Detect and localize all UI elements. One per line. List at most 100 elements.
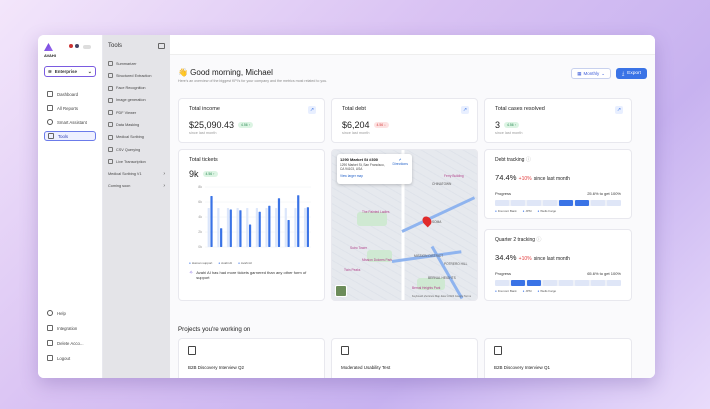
nav-item-smart-assistant[interactable]: Smart Assistant: [44, 117, 96, 127]
reports-icon: [47, 105, 53, 111]
nav-item-dashboard[interactable]: Dashboard: [44, 89, 96, 99]
tool-structured-extraction[interactable]: Structured Extraction: [108, 71, 165, 80]
bar-human-support[interactable]: [246, 208, 249, 247]
bar-human-support[interactable]: [226, 208, 230, 247]
bar-avahi-ai[interactable]: [268, 205, 271, 247]
project-card[interactable]: B2B Discovery Interview Q1: [484, 338, 632, 378]
bar-avahi-ai[interactable]: [239, 210, 242, 247]
tool-label: Live Transcription: [116, 159, 146, 164]
bar-human-support[interactable]: [284, 208, 287, 247]
delete-user-icon: [47, 340, 53, 346]
project-card[interactable]: B2B Discovery Interview Q2: [178, 338, 325, 378]
map-label: Twin Peaks: [344, 268, 361, 272]
nav-item-delete-account[interactable]: Delete Acco...: [44, 338, 87, 348]
kpi-title: Total debt: [342, 106, 366, 112]
nav-item-label: Logout: [57, 355, 71, 361]
map-card[interactable]: 1290 Market St #300 1290 Market St, San …: [331, 149, 478, 301]
info-icon[interactable]: ⓘ: [536, 237, 541, 243]
help-icon: [47, 310, 53, 316]
nav-item-integration[interactable]: Integration: [44, 323, 87, 333]
map-label: POTRERO HILL: [444, 262, 468, 266]
progress-segment: [559, 200, 573, 206]
period-label: Monthly: [583, 71, 600, 76]
export-button[interactable]: ⤓ Export: [616, 68, 647, 79]
change-suffix: since last month: [533, 256, 570, 262]
workspace-select[interactable]: ≋ Enterprise ⌄: [44, 66, 96, 77]
bar-avahi-ai[interactable]: [258, 211, 261, 247]
change-badge: 4.56 ↓: [373, 122, 389, 128]
q2-progress-bar: [495, 280, 621, 286]
dashboard-icon: [47, 91, 53, 97]
bar-avahi-ai[interactable]: [210, 196, 213, 247]
legend-item: Avahi AI: [218, 261, 232, 265]
project-name: Moderated Usability Test: [341, 365, 391, 370]
tool-medical-scribing[interactable]: Medical Scribing: [108, 133, 165, 142]
map-label: Bernal Heights Park: [412, 286, 441, 290]
tool-summarizer[interactable]: Summarizer: [108, 59, 165, 68]
nav-item-help[interactable]: Help: [44, 308, 87, 318]
bar-human-support[interactable]: [275, 208, 278, 247]
project-card[interactable]: Moderated Usability Test: [331, 338, 478, 378]
tool-coming-soon[interactable]: Coming soon ›: [108, 182, 165, 191]
legend-item: Fremont Bank: [495, 209, 517, 213]
debt-progress-bar: [495, 200, 621, 206]
tool-label: Summarizer: [116, 61, 137, 66]
bar-avahi-ai[interactable]: [306, 207, 309, 247]
document-icon: [494, 346, 502, 355]
arrow-up-right-icon[interactable]: ↗: [461, 106, 469, 114]
bar-human-support[interactable]: [255, 208, 258, 247]
tool-face-recognition[interactable]: Face Recognition: [108, 84, 165, 93]
csv-icon: [108, 147, 113, 153]
satellite-toggle[interactable]: [335, 285, 347, 297]
arrow-up-right-icon[interactable]: ↗: [308, 106, 316, 114]
nav-item-tools[interactable]: Tools: [44, 131, 96, 141]
tools-header: Tools: [108, 43, 165, 49]
bar-human-support[interactable]: [294, 208, 297, 247]
period-select[interactable]: ▦ Monthly ⌄: [571, 68, 611, 79]
logout-icon: [47, 355, 53, 361]
bar-human-support[interactable]: [303, 208, 307, 247]
header-actions: ▦ Monthly ⌄ ⤓ Export: [571, 68, 647, 79]
map-address: 1290 Market St, San Francisco, CA 94103,…: [340, 163, 385, 171]
tool-csv-querying[interactable]: CSV Querying: [108, 145, 165, 154]
view-larger-map-link[interactable]: View larger map: [340, 174, 409, 178]
bar-human-support[interactable]: [217, 208, 220, 247]
tool-image-generation[interactable]: Image generation: [108, 96, 165, 105]
tool-medical-scribing-v1[interactable]: Medical Scribing V1 ›: [108, 170, 165, 179]
chart-legend: Human support Avahi AI Avahi AI: [189, 261, 314, 265]
info-icon[interactable]: ⓘ: [526, 157, 531, 163]
flag-icon[interactable]: [75, 44, 79, 48]
main-sidebar: AVAHI ≋ Enterprise ⌄ Dashboard All Repor…: [38, 35, 103, 378]
bar-human-support[interactable]: [265, 208, 268, 247]
debt-value: 74.4%: [495, 173, 517, 182]
nav-item-all-reports[interactable]: All Reports: [44, 103, 96, 113]
dashboard-main: 👋 Good morning, Michael Here's an overvi…: [170, 35, 655, 378]
bar-avahi-ai[interactable]: [277, 198, 281, 247]
chevron-down-icon: ⌄: [87, 68, 92, 75]
greeting-title: 👋 Good morning, Michael: [178, 68, 273, 77]
language-flags[interactable]: [69, 44, 79, 48]
nav-item-logout[interactable]: Logout: [44, 353, 87, 363]
tool-live-transcription[interactable]: Live Transcription: [108, 157, 165, 166]
theme-toggle[interactable]: [83, 45, 91, 49]
nav-item-label: Integration: [57, 325, 78, 331]
progress-segment: [527, 200, 541, 206]
bar-avahi-ai[interactable]: [248, 224, 252, 248]
flag-icon[interactable]: [69, 44, 73, 48]
tools-panel: Tools Summarizer Structured Extraction F…: [103, 35, 170, 378]
bar-human-support[interactable]: [207, 208, 210, 247]
bar-avahi-ai[interactable]: [229, 209, 232, 248]
collapse-panel-icon[interactable]: [158, 43, 165, 49]
project-name: B2B Discovery Interview Q1: [494, 365, 551, 370]
tool-data-masking[interactable]: Data Masking: [108, 120, 165, 129]
arrow-up-right-icon[interactable]: ↗: [615, 106, 623, 114]
bar-avahi-ai[interactable]: [220, 228, 223, 247]
bar-avahi-ai[interactable]: [297, 195, 300, 247]
kpi-since: since last month: [189, 131, 217, 135]
bar-human-support[interactable]: [236, 208, 239, 247]
directions-button[interactable]: ↱ Directions: [392, 158, 408, 166]
tool-pdf-viewer[interactable]: PDF Viewer: [108, 108, 165, 117]
face-icon: [108, 85, 113, 91]
tickets-bar-chart: 8k 6k 4k 2k 0k: [198, 185, 311, 249]
bar-avahi-ai[interactable]: [287, 220, 290, 247]
